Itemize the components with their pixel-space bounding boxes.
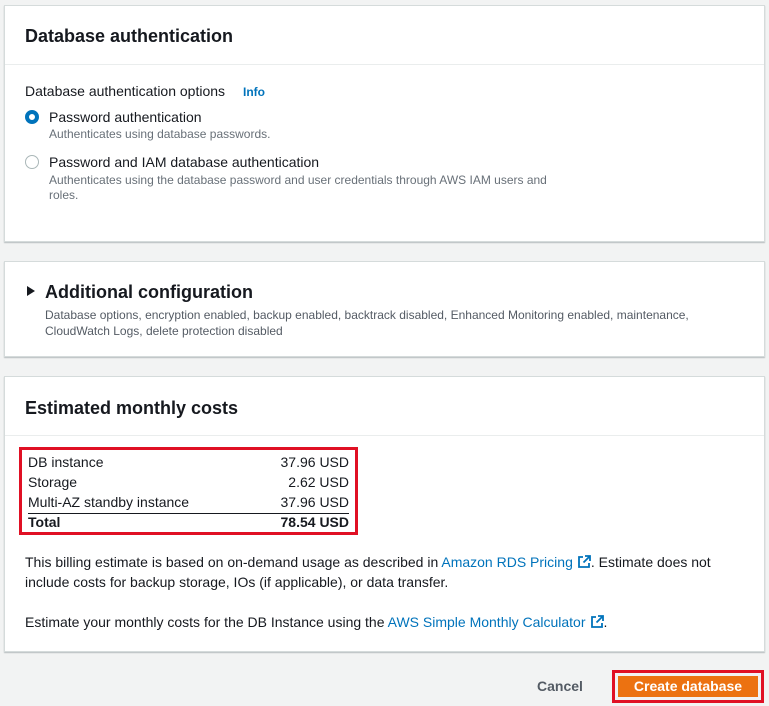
cost-row-multi-az: Multi-AZ standby instance 37.96 USD <box>28 494 349 514</box>
external-link-icon[interactable] <box>577 555 591 569</box>
amazon-rds-pricing-link[interactable]: Amazon RDS Pricing <box>441 554 591 570</box>
caret-right-icon[interactable] <box>27 286 35 296</box>
additional-configuration-toggle[interactable]: Additional configuration <box>45 282 253 303</box>
calculator-note-text-end: . <box>603 614 608 630</box>
additional-configuration-description: Database options, encryption enabled, ba… <box>45 308 689 338</box>
password-iam-auth-label[interactable]: Password and IAM database authentication <box>49 154 319 170</box>
panel-header: Database authentication <box>5 6 764 65</box>
panel-header: Estimated monthly costs <box>5 377 764 436</box>
external-link-icon[interactable] <box>590 615 604 629</box>
cancel-button[interactable]: Cancel <box>520 675 600 697</box>
panel-title: Database authentication <box>25 26 234 46</box>
auth-options-label: Database authentication options <box>25 83 226 99</box>
cost-breakdown-highlight: DB instance 37.96 USD Storage 2.62 USD M… <box>19 447 358 535</box>
aws-simple-monthly-calculator-link-text[interactable]: AWS Simple Monthly Calculator <box>388 614 586 630</box>
billing-note: This billing estimate is based on on-dem… <box>25 552 745 592</box>
password-auth-radio[interactable] <box>25 110 39 124</box>
cost-label: Multi-AZ standby instance <box>28 494 190 510</box>
total-label: Total <box>28 514 61 530</box>
cost-row-storage: Storage 2.62 USD <box>28 474 349 494</box>
cost-value: 2.62 USD <box>288 474 349 490</box>
cost-value: 37.96 USD <box>280 494 349 510</box>
cost-label: Storage <box>28 474 78 490</box>
cost-value: 37.96 USD <box>280 454 349 470</box>
panel-title: Estimated monthly costs <box>25 398 239 418</box>
calculator-note: Estimate your monthly costs for the DB I… <box>25 612 745 632</box>
aws-simple-monthly-calculator-link[interactable]: AWS Simple Monthly Calculator <box>388 614 604 630</box>
calculator-note-text: Estimate your monthly costs for the DB I… <box>25 614 388 630</box>
password-iam-auth-description: Authenticates using the database passwor… <box>49 173 547 202</box>
password-auth-description: Authenticates using database passwords. <box>49 127 271 141</box>
password-iam-auth-radio[interactable] <box>25 155 39 169</box>
additional-configuration-panel[interactable]: Additional configuration Database option… <box>4 261 765 357</box>
create-database-button[interactable]: Create database <box>618 676 758 697</box>
cost-row-db-instance: DB instance 37.96 USD <box>28 454 349 474</box>
billing-note-text: This billing estimate is based on on-dem… <box>25 554 442 570</box>
cost-row-total: Total 78.54 USD <box>28 513 349 534</box>
estimated-costs-panel: Estimated monthly costs DB instance 37.9… <box>4 376 765 652</box>
cost-label: DB instance <box>28 454 104 470</box>
database-authentication-panel: Database authentication Database authent… <box>4 5 765 242</box>
create-database-highlight: Create database <box>612 670 764 703</box>
password-auth-label[interactable]: Password authentication <box>49 109 202 125</box>
info-link[interactable]: Info <box>243 85 265 99</box>
total-value: 78.54 USD <box>280 514 349 530</box>
amazon-rds-pricing-link-text[interactable]: Amazon RDS Pricing <box>441 554 573 570</box>
